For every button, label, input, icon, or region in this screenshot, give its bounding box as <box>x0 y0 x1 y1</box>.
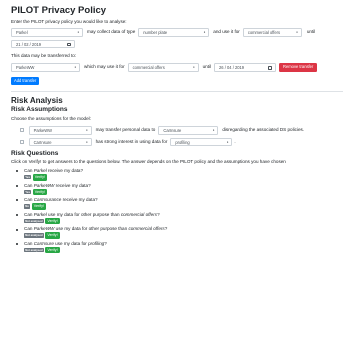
assumptions-intro: Choose the assumptions for the model: <box>11 116 91 121</box>
assumption-entity-select[interactable]: CarInsure <box>28 137 92 146</box>
transfer-intro: This data may be transferred to: <box>11 53 77 58</box>
transfer-until-label: until <box>202 64 212 69</box>
assumption-text: has strong interest in using data for <box>95 138 168 144</box>
assumption-purpose-select[interactable]: profiling <box>170 137 233 146</box>
remove-transfer-button[interactable]: Remove transfer <box>279 63 318 72</box>
assumption-target-select[interactable]: CarInsure <box>158 126 219 135</box>
add-transfer-button[interactable]: Add transfer <box>11 76 40 85</box>
risk-questions-list: Can Parkel receive my data? Yes Verify! C… <box>11 168 343 254</box>
verify-button[interactable]: Verify! <box>32 174 48 181</box>
list-item: Can Parkel receive my data? Yes Verify! <box>11 168 343 181</box>
transfer-row: ParkeWW which may use it for commercial … <box>11 63 343 72</box>
transfer-purpose-select[interactable]: commercial offers <box>127 63 199 72</box>
verify-button[interactable]: Verify! <box>45 232 60 239</box>
until-label: until <box>306 29 316 34</box>
list-item: Can Parkel use my data for other purpose… <box>11 212 343 225</box>
use-it-for-label: and use it for <box>213 29 240 34</box>
calendar-icon <box>268 66 273 70</box>
rule-date-input[interactable]: 21 / 02 / 2019 <box>11 39 75 48</box>
data-type-select[interactable]: number plate <box>138 28 210 37</box>
transfer-date-input[interactable]: 26 / 04 / 2019 <box>214 63 277 72</box>
verify-button[interactable]: Verify! <box>45 246 60 254</box>
status-badge: No <box>24 204 31 209</box>
list-item: Can ParkeWW receive my data? Yes Verify! <box>11 183 343 196</box>
assumption-row: CarInsure has strong interest in using d… <box>20 137 343 146</box>
assumption-suffix: disregarding the associated DS policies. <box>222 127 305 132</box>
entity-select[interactable]: Parkel <box>11 28 83 37</box>
assumption-entity-select[interactable]: ParkeWW <box>28 126 92 135</box>
purpose-select[interactable]: commercial offers <box>242 28 302 37</box>
risk-questions-title: Risk Questions <box>11 150 59 157</box>
list-item: Can CarInsure use my data for profiling?… <box>11 241 343 254</box>
questions-intro: Click on Verify! to get answers to the q… <box>11 159 286 164</box>
verify-button[interactable]: Verify! <box>32 188 48 196</box>
assumption-checkbox[interactable] <box>20 128 24 133</box>
status-badge: Yes <box>24 175 32 180</box>
may-use-label: which may use it for <box>84 64 125 69</box>
risk-assumptions-title: Risk Assumptions <box>11 106 68 113</box>
status-badge: Yes <box>24 189 32 195</box>
list-item: Can CarInsurance receive my data? No Veri… <box>11 197 343 210</box>
section-divider <box>11 91 343 92</box>
verify-button[interactable]: Verify! <box>31 203 47 210</box>
assumption-text: may transfer personal data to <box>95 127 156 132</box>
status-badge: Not analysed <box>24 218 44 224</box>
policy-rule-row: Parkel may collect data of type number p… <box>11 28 343 37</box>
assumption-checkbox[interactable] <box>20 139 24 144</box>
calendar-icon <box>67 42 71 47</box>
may-collect-label: may collect data of type <box>87 29 136 34</box>
status-badge: Not analysed <box>24 247 44 253</box>
verify-button[interactable]: Verify! <box>45 217 60 225</box>
assumption-row: ParkeWW may transfer personal data to Ca… <box>20 126 343 135</box>
policy-intro: Enter the PILOT privacy policy you would… <box>11 19 127 24</box>
transfer-entity-select[interactable]: ParkeWW <box>11 63 80 72</box>
assumption-suffix: . <box>234 138 236 144</box>
page-content: PILOT Privacy Policy Enter the PILOT pri… <box>11 5 343 255</box>
status-badge: Not analysed <box>24 233 44 238</box>
list-item: Can ParkeWW use my data for other purpos… <box>11 226 343 239</box>
risk-analysis-title: Risk Analysis <box>11 96 63 105</box>
page-title: PILOT Privacy Policy <box>11 5 107 16</box>
